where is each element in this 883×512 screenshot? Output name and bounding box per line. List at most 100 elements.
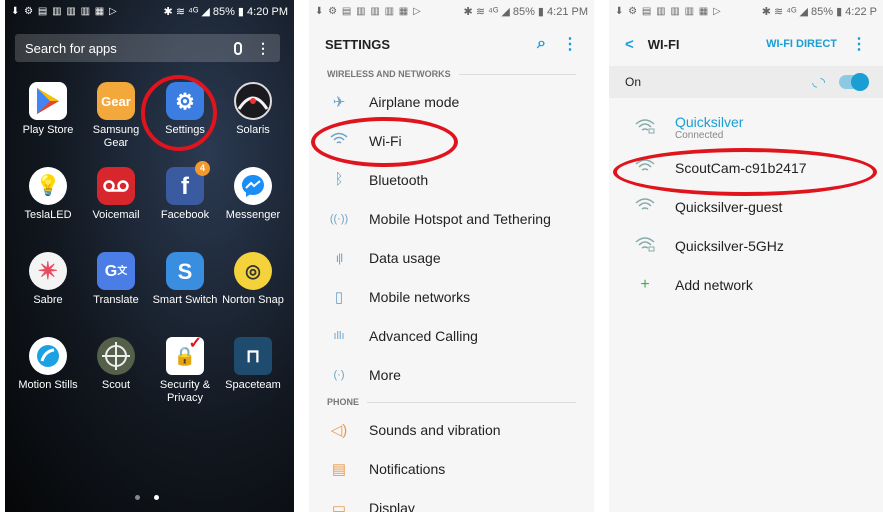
wifi-master-switch[interactable]: On ◟ ◝ <box>609 66 883 98</box>
app-label: Norton Snap <box>222 294 284 306</box>
app-label: Spaceteam <box>225 379 281 391</box>
airplane-icon: ✈ <box>332 93 346 111</box>
notification-icons: ⬇ ⚙ ▤ ▥ ▥ ▥ ▦ ▷ <box>315 5 422 17</box>
settings-item-data-usage[interactable]: ı|ǀ Data usage <box>309 238 594 277</box>
app-messenger[interactable]: Messenger <box>218 167 288 222</box>
settings-item-label: Notifications <box>369 460 446 477</box>
wifi-direct-button[interactable]: WI-FI DIRECT <box>766 38 837 50</box>
network-status: Connected <box>675 129 724 141</box>
wifi-locked-icon <box>633 236 657 255</box>
app-search-bar[interactable]: Search for apps ⋮ <box>15 34 280 62</box>
app-label: Messenger <box>225 209 281 221</box>
settings-item-advanced-calling[interactable]: ıllı Advanced Calling <box>309 316 594 355</box>
network-name: Quicksilver-guest <box>675 198 783 215</box>
app-sabre[interactable]: ✴ Sabre <box>13 252 83 307</box>
more-options-icon[interactable]: ⋮ <box>256 40 270 57</box>
add-network-button[interactable]: + Add network <box>609 265 883 304</box>
more-options-icon[interactable]: ⋮ <box>562 34 578 54</box>
settings-item-airplane[interactable]: ✈ Airplane mode <box>309 82 594 121</box>
app-play-store[interactable]: Play Store <box>13 82 83 137</box>
gear-app-icon: Gear <box>97 82 135 120</box>
settings-item-label: Airplane mode <box>369 93 460 110</box>
wifi-toggle[interactable] <box>839 73 869 91</box>
smart-switch-icon: S <box>166 252 204 290</box>
app-label: Samsung Gear <box>92 124 140 149</box>
network-name: Quicksilver <box>675 113 744 130</box>
voicemail-icon <box>97 167 135 205</box>
network-item-quicksilver[interactable]: Quicksilver Connected <box>609 106 883 148</box>
notification-icons: ⬇ ⚙ ▤ ▥ ▥ ▥ ▦ ▷ <box>11 5 118 17</box>
bluetooth-icon: ᛒ <box>334 171 344 188</box>
app-translate[interactable]: G文 Translate <box>81 252 151 307</box>
settings-item-sounds[interactable]: ◁) Sounds and vibration <box>309 410 594 449</box>
more-icon: (·) <box>333 368 345 381</box>
mobile-networks-icon: ▯ <box>334 288 344 306</box>
norton-snap-icon: ◎ <box>234 252 272 290</box>
more-options-icon[interactable]: ⋮ <box>851 34 867 54</box>
settings-item-label: Mobile Hotspot and Tethering <box>369 210 551 227</box>
status-right: ✱ ≋ ⁴ᴳ ◢ 85% ▮ 4:20 PM <box>163 5 288 18</box>
messenger-icon <box>234 167 272 205</box>
solaris-icon <box>234 82 272 120</box>
settings-item-label: More <box>369 366 401 383</box>
app-security-privacy[interactable]: 🔒 ✓ Security & Privacy <box>150 336 220 405</box>
app-solaris[interactable]: Solaris <box>218 82 288 137</box>
back-arrow-icon[interactable]: < <box>625 36 634 53</box>
settings-item-display[interactable]: ▭ Display <box>309 488 594 512</box>
page-title: SETTINGS <box>325 36 391 52</box>
search-placeholder: Search for apps <box>25 40 117 56</box>
facebook-icon: f 4 <box>166 161 210 205</box>
app-label: Translate <box>93 294 139 306</box>
settings-item-hotspot[interactable]: ((·)) Mobile Hotspot and Tethering <box>309 199 594 238</box>
wifi-open-icon <box>633 197 657 216</box>
network-item-quicksilver-5ghz[interactable]: Quicksilver-5GHz <box>609 226 883 265</box>
lock-icon: 🔒 ✓ <box>166 336 204 375</box>
settings-item-more[interactable]: (·) More <box>309 355 594 394</box>
settings-header: SETTINGS ⌕ ⋮ <box>309 22 594 66</box>
settings-item-mobile-networks[interactable]: ▯ Mobile networks <box>309 277 594 316</box>
notification-icons: ⬇ ⚙ ▤ ▥ ▥ ▥ ▦ ▷ <box>615 5 722 17</box>
app-smart-switch[interactable]: S Smart Switch <box>150 252 220 307</box>
settings-item-label: Sounds and vibration <box>369 421 501 438</box>
motion-stills-icon <box>29 337 67 375</box>
app-label: TeslaLED <box>24 209 72 221</box>
add-network-label: Add network <box>675 276 753 293</box>
app-label: Motion Stills <box>18 379 78 391</box>
app-label: Sabre <box>33 294 63 306</box>
app-teslaled[interactable]: 💡 TeslaLED <box>13 167 83 222</box>
settings-screen: ⬇ ⚙ ▤ ▥ ▥ ▥ ▦ ▷ ✱ ≋ ⁴ᴳ ◢ 85% ▮ 4:21 PM S… <box>309 0 594 512</box>
app-norton-snap[interactable]: ◎ Norton Snap <box>218 252 288 307</box>
section-header-phone: PHONE <box>309 394 594 410</box>
notifications-icon: ▤ <box>331 460 347 478</box>
page-title: WI-FI <box>647 36 680 52</box>
app-label: Play Store <box>22 124 74 136</box>
sound-icon: ◁) <box>330 421 348 439</box>
settings-item-label: Display <box>369 499 415 512</box>
crosshair-icon <box>97 337 135 375</box>
home-screen: ⬇ ⚙ ▤ ▥ ▥ ▥ ▦ ▷ ✱ ≋ ⁴ᴳ ◢ 85% ▮ 4:20 PM S… <box>5 0 294 512</box>
spaceteam-icon: ⊓ <box>234 337 272 375</box>
microphone-icon[interactable] <box>234 41 242 55</box>
app-facebook[interactable]: f 4 Facebook <box>150 161 220 222</box>
highlight-circle <box>141 75 217 151</box>
advanced-calling-icon: ıllı <box>333 329 345 342</box>
status-bar: ⬇ ⚙ ▤ ▥ ▥ ▥ ▦ ▷ ✱ ≋ ⁴ᴳ ◢ 85% ▮ 4:22 P <box>609 0 883 22</box>
settings-item-label: Mobile networks <box>369 288 471 305</box>
section-header-wireless: WIRELESS AND NETWORKS <box>309 66 594 82</box>
search-icon[interactable]: ⌕ <box>537 35 546 53</box>
wifi-header: < WI-FI WI-FI DIRECT ⋮ <box>609 22 883 66</box>
app-spaceteam[interactable]: ⊓ Spaceteam <box>218 337 288 392</box>
settings-item-bluetooth[interactable]: ᛒ Bluetooth <box>309 160 594 199</box>
status-right: ✱ ≋ ⁴ᴳ ◢ 85% ▮ 4:22 P <box>761 5 877 18</box>
settings-item-notifications[interactable]: ▤ Notifications <box>309 449 594 488</box>
app-voicemail[interactable]: Voicemail <box>81 167 151 222</box>
status-bar: ⬇ ⚙ ▤ ▥ ▥ ▥ ▦ ▷ ✱ ≋ ⁴ᴳ ◢ 85% ▮ 4:20 PM <box>5 0 294 22</box>
app-label: Voicemail <box>92 209 140 221</box>
network-name: Quicksilver-5GHz <box>675 237 784 254</box>
app-motion-stills[interactable]: Motion Stills <box>13 337 83 392</box>
wifi-locked-icon <box>633 118 657 137</box>
app-scout[interactable]: Scout <box>81 337 151 392</box>
status-bar: ⬇ ⚙ ▤ ▥ ▥ ▥ ▦ ▷ ✱ ≋ ⁴ᴳ ◢ 85% ▮ 4:21 PM <box>309 0 594 22</box>
app-label: Facebook <box>160 209 210 221</box>
app-label: Smart Switch <box>152 294 218 306</box>
